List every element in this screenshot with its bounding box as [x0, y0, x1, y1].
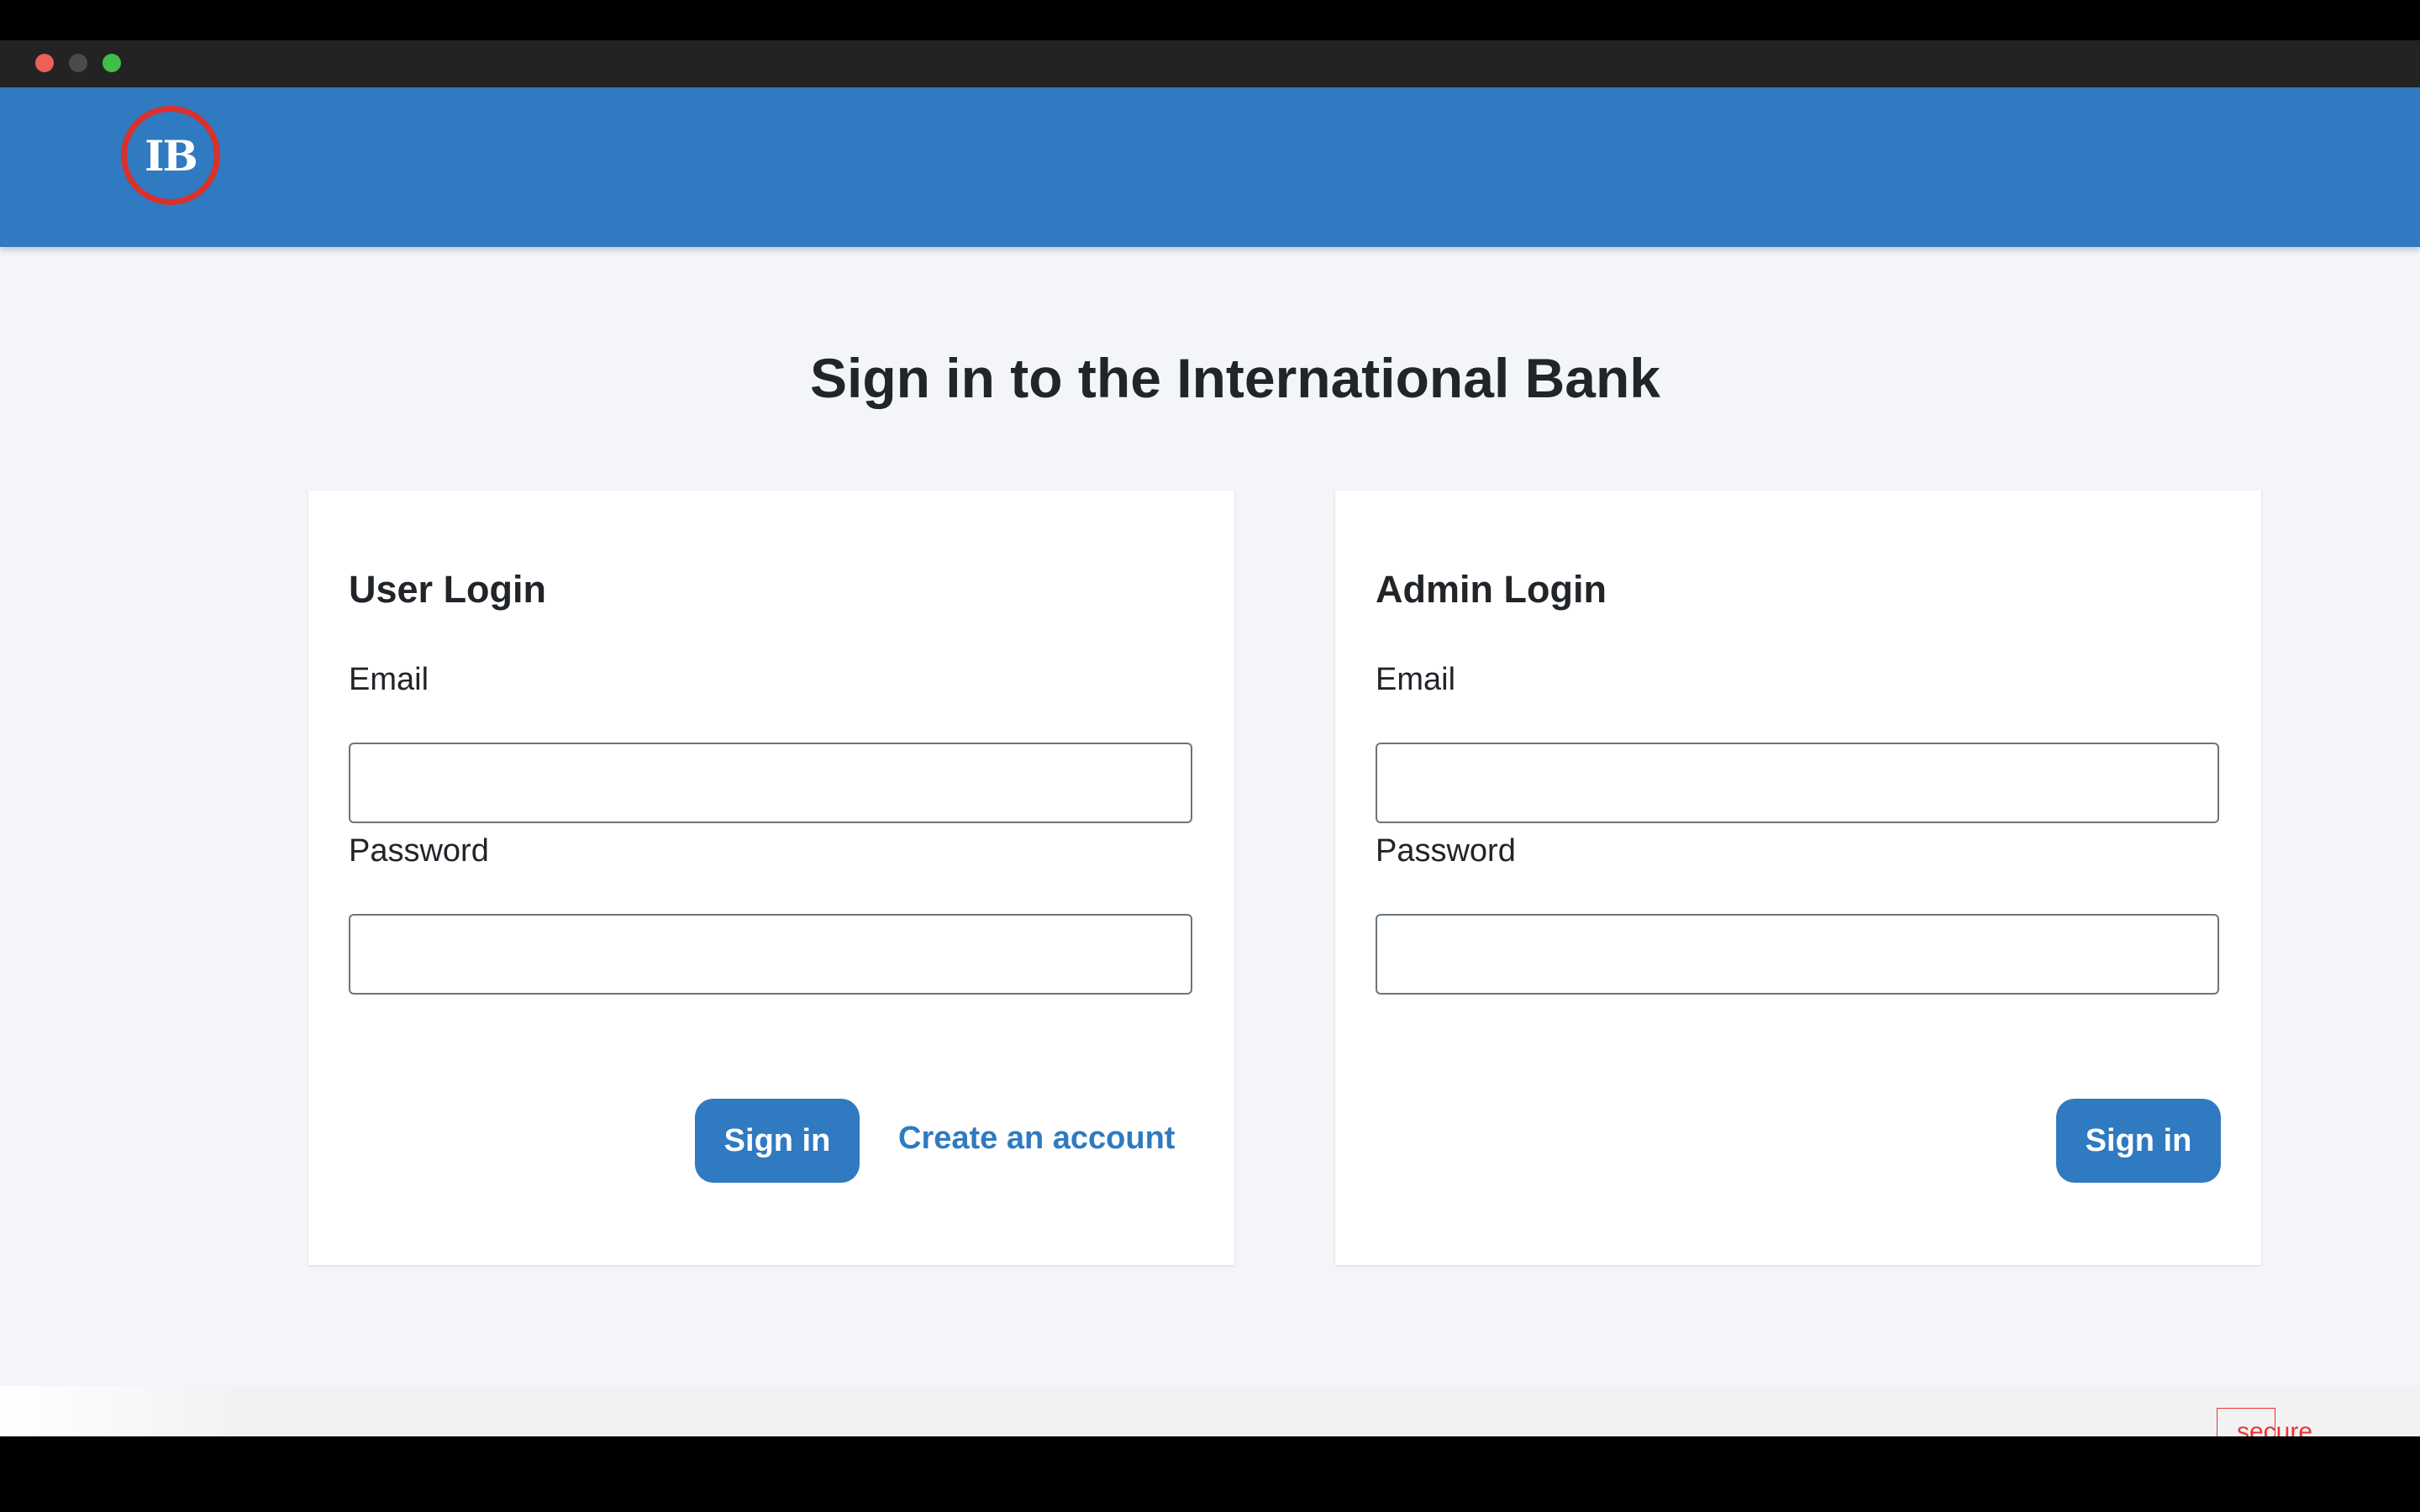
user-email-input[interactable]	[349, 743, 1192, 823]
top-navbar: IB	[0, 87, 2420, 247]
admin-email-input[interactable]	[1376, 743, 2219, 823]
page-title: Sign in to the International Bank	[809, 347, 1661, 409]
admin-login-card: Admin Login Email Password Sign in	[1335, 491, 2261, 1265]
secure-badge-text: secure	[2237, 1418, 2313, 1437]
create-account-link[interactable]: Create an account	[898, 1121, 1175, 1157]
window-titlebar	[0, 40, 2420, 87]
user-login-card: User Login Email Password Sign in Create…	[308, 491, 1234, 1265]
user-login-heading: User Login	[349, 568, 547, 611]
logo-text: IB	[145, 130, 198, 181]
maximize-window-button[interactable]	[103, 54, 121, 72]
user-sign-in-button[interactable]: Sign in	[695, 1099, 860, 1183]
page-viewport: IB Sign in to the International Bank Use…	[0, 87, 2420, 1436]
screen-border-bottom	[0, 1436, 2420, 1512]
admin-sign-in-button[interactable]: Sign in	[2056, 1099, 2221, 1183]
admin-password-label: Password	[1376, 833, 1516, 869]
page-footer	[0, 1386, 2420, 1436]
minimize-window-button[interactable]	[69, 54, 87, 72]
user-email-label: Email	[349, 662, 429, 697]
close-window-button[interactable]	[35, 54, 54, 72]
screen-border-top	[0, 0, 2420, 40]
user-password-input[interactable]	[349, 914, 1192, 995]
admin-email-label: Email	[1376, 662, 1456, 697]
admin-password-input[interactable]	[1376, 914, 2219, 995]
user-password-label: Password	[349, 833, 489, 869]
bank-logo[interactable]: IB	[121, 106, 220, 205]
admin-login-heading: Admin Login	[1376, 568, 1607, 611]
